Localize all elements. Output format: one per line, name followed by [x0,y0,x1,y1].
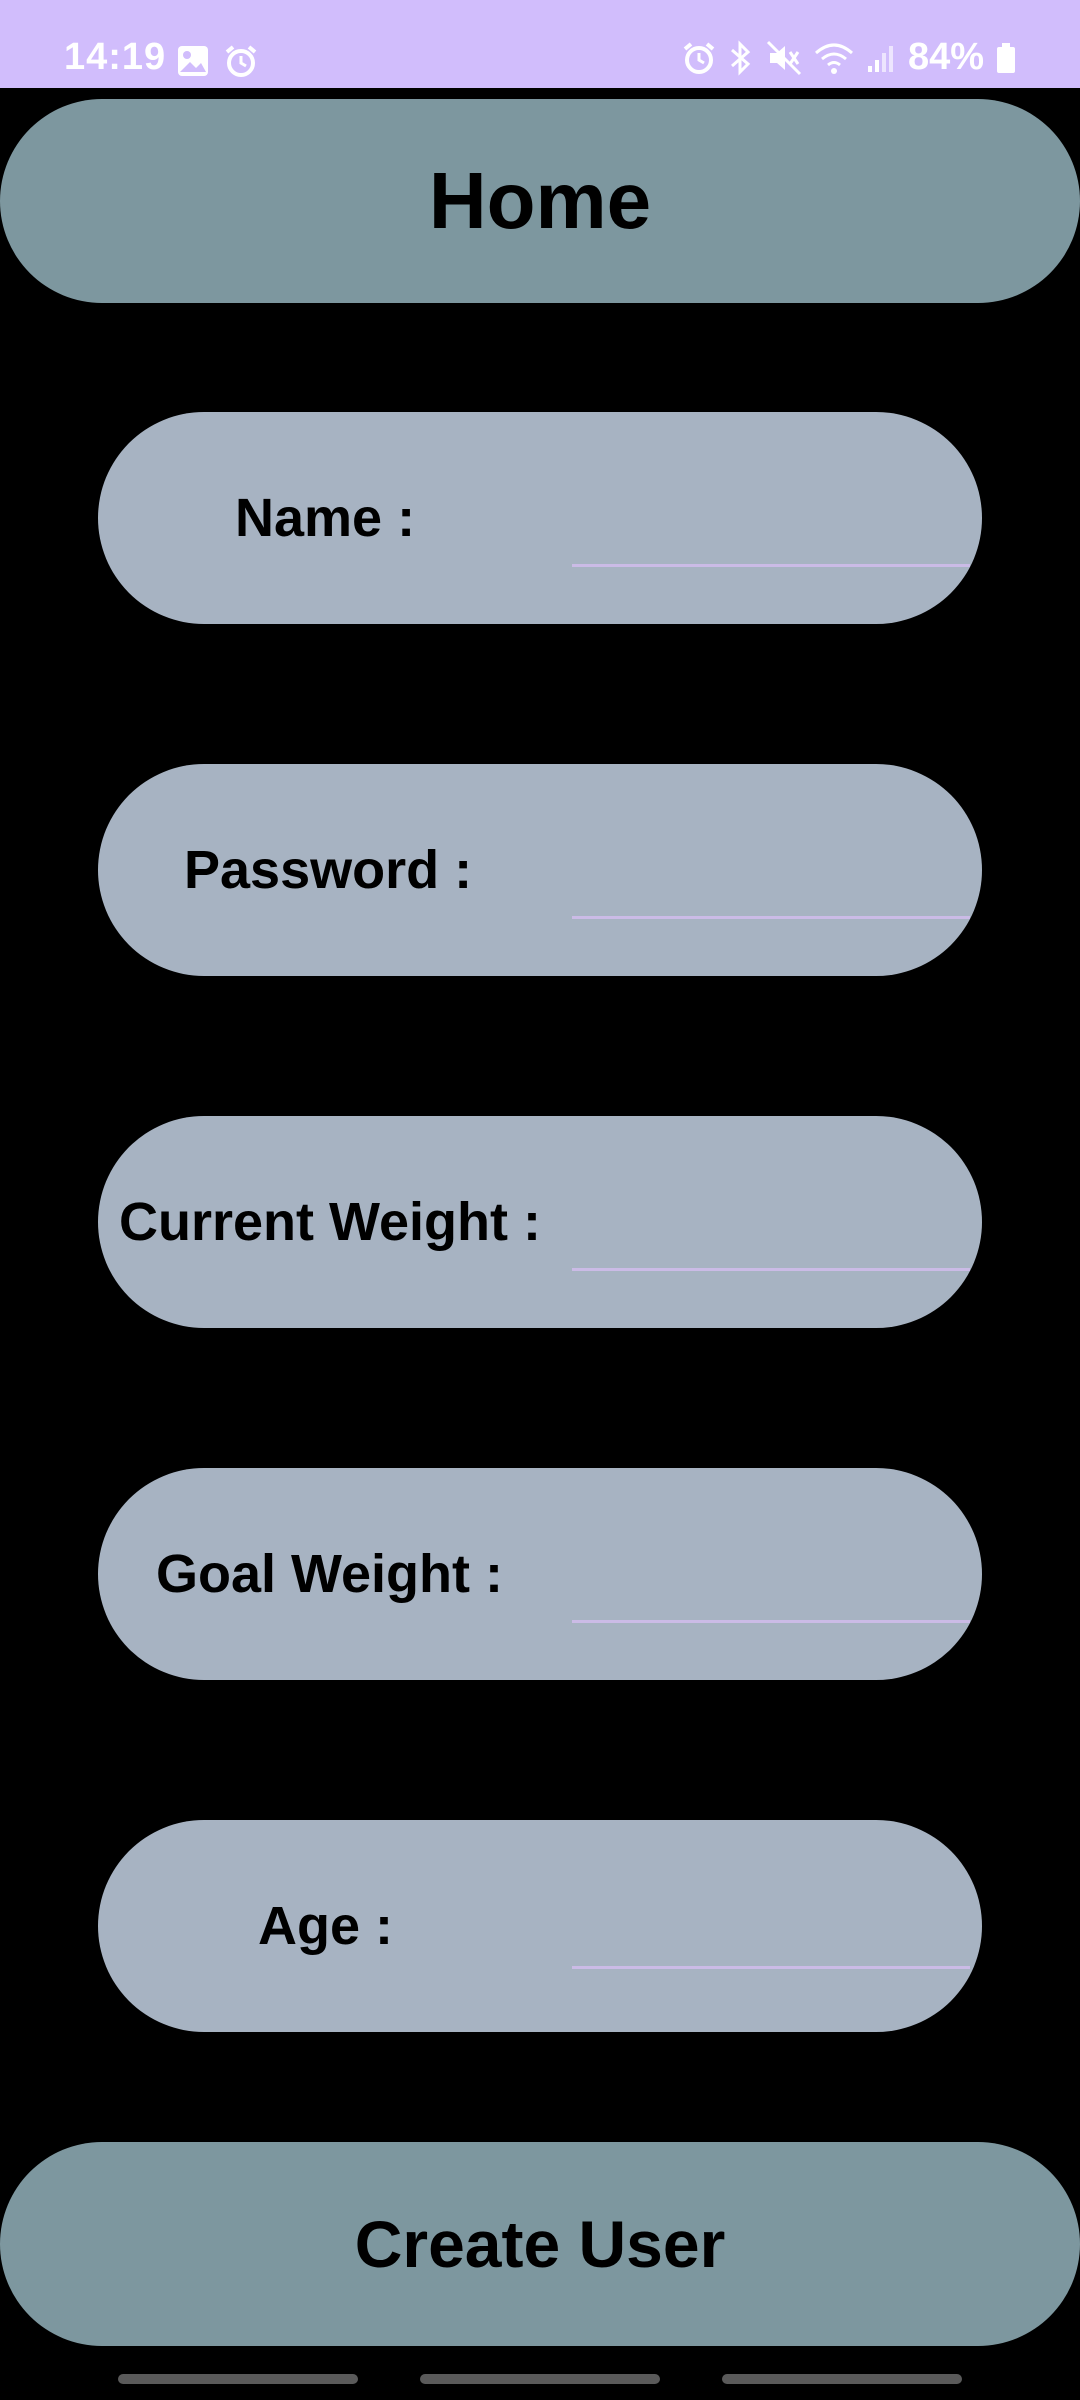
goal-weight-input[interactable] [572,1560,970,1623]
battery-icon [996,41,1016,75]
create-user-label: Create User [354,2207,726,2281]
name-input[interactable] [572,504,970,567]
status-time: 14:19 [64,36,167,78]
status-left-icons [176,44,258,83]
recents-nav-indicator[interactable] [118,2374,358,2384]
password-input[interactable] [572,856,970,919]
goal-weight-field: Goal Weight : [98,1468,982,1680]
age-label: Age : [258,1896,393,1956]
age-field: Age : [98,1820,982,2032]
bluetooth-icon [728,39,754,76]
current-weight-input[interactable] [572,1208,970,1271]
current-weight-label: Current Weight : [119,1192,541,1252]
status-right-icons: 84% [682,36,1016,79]
alarm-icon [682,41,716,75]
signal-icon [866,42,896,74]
age-input[interactable] [572,1906,970,1969]
password-label: Password : [184,840,473,900]
battery-percent: 84% [907,36,984,78]
current-weight-field: Current Weight : [98,1116,982,1328]
name-label: Name : [235,488,416,548]
back-nav-indicator[interactable] [722,2374,962,2384]
mute-icon [766,40,802,76]
alarm-icon [224,44,258,83]
status-bar: 14:19 84% [0,0,1080,88]
name-field: Name : [98,412,982,624]
goal-weight-label: Goal Weight : [156,1544,503,1604]
navigation-bar [0,2366,1080,2400]
image-icon [176,44,210,83]
home-nav-indicator[interactable] [420,2374,660,2384]
page-title: Home [428,156,652,245]
wifi-icon [814,41,854,75]
create-user-button[interactable]: Create User [0,2142,1080,2346]
password-field: Password : [98,764,982,976]
header-bar: Home [0,99,1080,303]
